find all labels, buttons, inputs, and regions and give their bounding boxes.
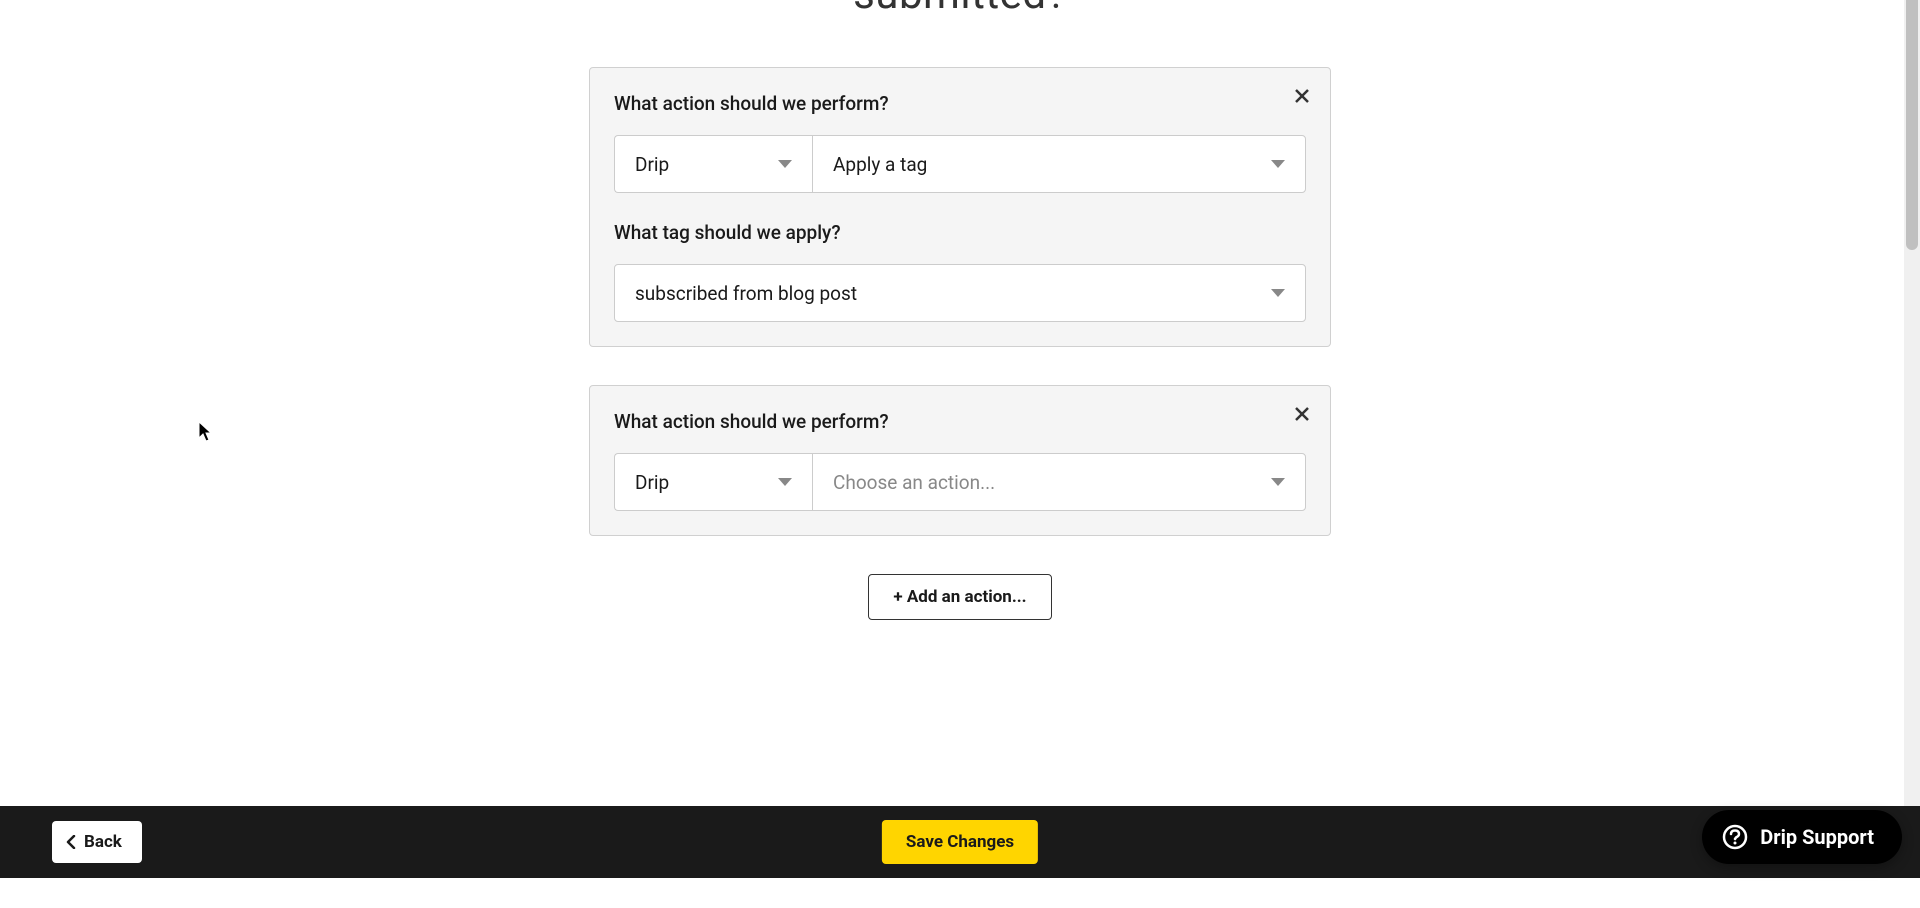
action-select-row: Drip Choose an action... [614,453,1306,511]
provider-select[interactable]: Drip [614,135,812,193]
close-icon [1294,406,1310,422]
provider-select-value: Drip [635,471,669,494]
chevron-down-icon [778,478,792,486]
action-select-placeholder: Choose an action... [833,471,995,494]
close-icon [1294,88,1310,104]
tag-select-value: subscribed from blog post [635,282,857,305]
tag-select[interactable]: subscribed from blog post [614,264,1306,322]
action-select-value: Apply a tag [833,153,927,176]
action-card: What action should we perform? Drip Appl… [589,67,1331,347]
chevron-down-icon [1271,160,1285,168]
tag-question-label: What tag should we apply? [614,221,1306,244]
action-select[interactable]: Apply a tag [812,135,1306,193]
support-widget[interactable]: Drip Support [1702,810,1902,864]
chevron-down-icon [1271,289,1285,297]
support-label: Drip Support [1760,825,1874,849]
provider-select[interactable]: Drip [614,453,812,511]
scrollbar-thumb[interactable] [1906,0,1918,250]
action-question-label: What action should we perform? [614,92,1306,115]
back-button-label: Back [84,832,122,852]
bottom-bar: Back Save Changes [0,806,1920,878]
action-select-row: Drip Apply a tag [614,135,1306,193]
content-area: What action should we perform? Drip Appl… [589,19,1331,620]
action-question-label: What action should we perform? [614,410,1306,433]
provider-select-value: Drip [635,153,669,176]
save-changes-button[interactable]: Save Changes [882,820,1038,864]
page-title-fragment: submitted? [0,0,1920,19]
close-card-button[interactable] [1292,86,1312,106]
chevron-down-icon [1271,478,1285,486]
scrollbar-track[interactable] [1904,0,1920,806]
back-button[interactable]: Back [52,821,142,863]
tag-field-group: What tag should we apply? subscribed fro… [614,221,1306,322]
action-select[interactable]: Choose an action... [812,453,1306,511]
mouse-cursor [199,422,213,442]
close-card-button[interactable] [1292,404,1312,424]
add-action-button[interactable]: + Add an action... [868,574,1051,620]
help-icon [1722,824,1748,850]
chevron-left-icon [66,835,76,849]
chevron-down-icon [778,160,792,168]
action-card: What action should we perform? Drip Choo… [589,385,1331,536]
